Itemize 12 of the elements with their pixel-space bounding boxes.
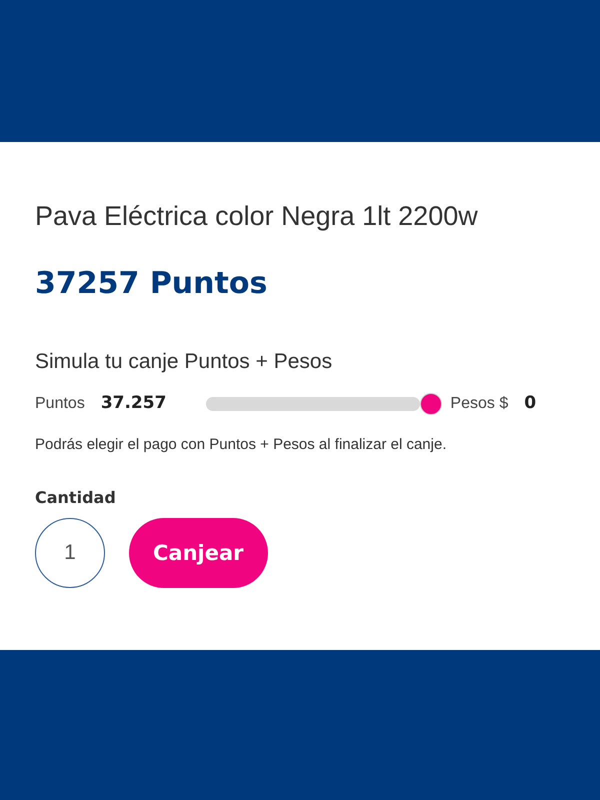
product-title: Pava Eléctrica color Negra 1lt 2200w [35, 200, 479, 232]
payment-note: Podrás elegir el pago con Puntos + Pesos al finalizar el canje. [35, 434, 448, 455]
quantity-label: Cantidad [35, 487, 117, 510]
quantity-field[interactable]: 1 [35, 518, 105, 588]
simulator-heading: Simula tu canje Puntos + Pesos [35, 349, 334, 376]
slider-thumb[interactable] [420, 392, 442, 415]
pesos-value: 0 [524, 392, 536, 416]
points-label: Puntos [35, 394, 85, 414]
redeem-button[interactable]: Canjear [129, 518, 268, 588]
pesos-label: Pesos $ [450, 394, 508, 414]
points-value: 37.257 [100, 392, 166, 416]
points-price: 37257 Puntos [35, 266, 268, 302]
